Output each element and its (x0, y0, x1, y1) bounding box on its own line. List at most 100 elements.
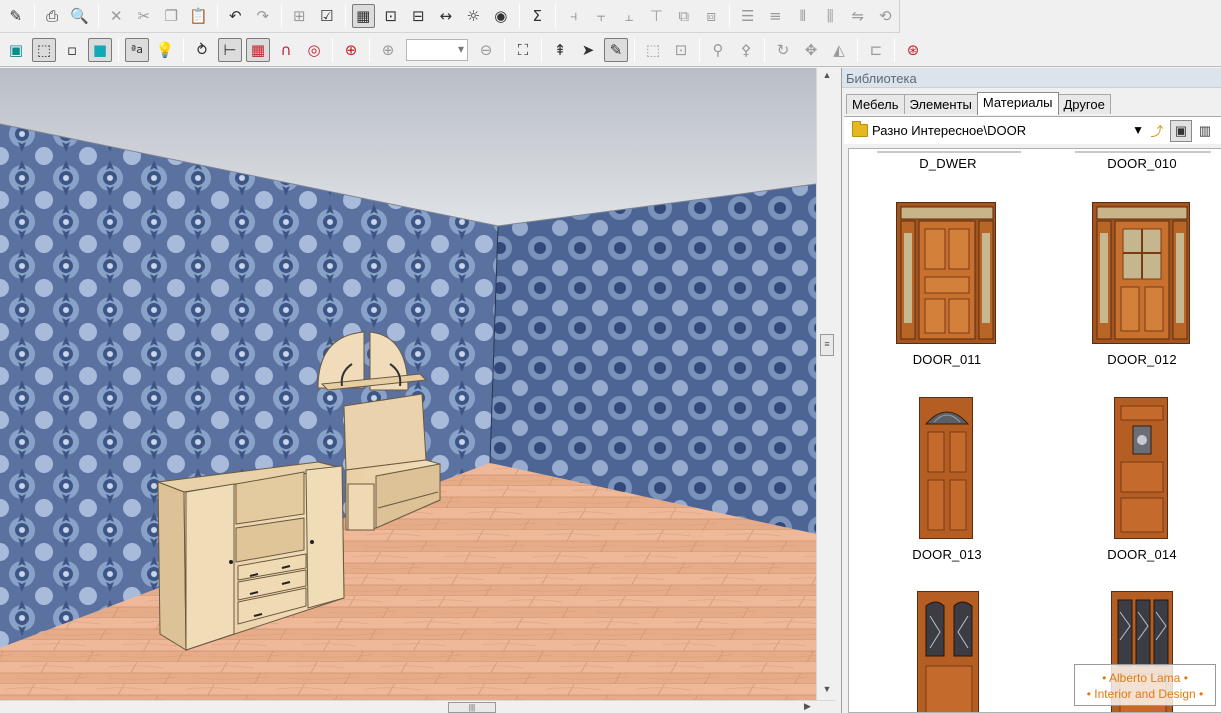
new-icon[interactable]: ✎ (4, 4, 28, 28)
door-thumbnail[interactable] (1092, 202, 1190, 344)
library-tabs: Мебель Элементы Материалы Другое (846, 92, 1111, 115)
zoom-in-icon[interactable]: ⊕ (376, 38, 400, 62)
pin-icon[interactable]: ⚴ (734, 38, 758, 62)
toolbar-separator (332, 37, 333, 62)
move-up-icon[interactable]: ⇞ (548, 38, 572, 62)
properties-icon[interactable]: ⊞ (288, 4, 312, 28)
camera-path-icon[interactable]: ⥁ (190, 38, 214, 62)
door-thumbnail[interactable] (919, 397, 973, 539)
target-icon[interactable]: ◎ (302, 38, 326, 62)
paste-icon[interactable]: 📋 (187, 4, 211, 28)
distribute-v2-icon[interactable]: ⫼ (819, 4, 843, 28)
zoom-select[interactable] (406, 38, 468, 61)
door-thumbnail[interactable] (896, 202, 996, 344)
tab-furniture[interactable]: Мебель (846, 94, 905, 114)
toolbar-separator (729, 4, 730, 28)
align-left-icon[interactable]: ⫞ (562, 4, 586, 28)
3d-viewport[interactable] (0, 68, 816, 700)
selection-frame-icon[interactable]: ⛶ (511, 38, 535, 62)
folder-up-icon[interactable]: ⤴ (1146, 120, 1168, 142)
material-label[interactable]: DOOR_014 (1067, 547, 1217, 562)
tab-materials[interactable]: Материалы (976, 92, 1059, 115)
rotate-icon[interactable]: ⟲ (874, 4, 898, 28)
view-plan-icon[interactable]: ▦ (351, 4, 375, 28)
scissors-icon[interactable]: ✂ (132, 4, 156, 28)
redo-icon[interactable]: ↷ (251, 4, 275, 28)
scroll-down-arrow-icon[interactable]: ▼ (821, 684, 833, 694)
scrollbar-thumb[interactable]: ||| (448, 702, 496, 713)
view-light-icon[interactable]: ☼ (462, 4, 486, 28)
frame-group-icon[interactable]: ⊡ (669, 38, 693, 62)
scrollbar-thumb[interactable]: ≡ (820, 334, 834, 356)
undo-icon[interactable]: ↶ (224, 4, 248, 28)
toolbar-separator (634, 37, 635, 62)
frame-select-icon[interactable]: ⬚ (641, 38, 665, 62)
tab-other[interactable]: Другое (1057, 94, 1111, 114)
align-center-icon[interactable]: ⫟ (590, 4, 614, 28)
zoom-out-icon[interactable]: ⊖ (474, 38, 498, 62)
text-style-icon[interactable]: ªa (125, 37, 149, 62)
magnet-icon[interactable]: ∩ (274, 38, 298, 62)
distribute-h-icon[interactable]: ☰ (736, 4, 760, 28)
cut-icon[interactable]: ✕ (105, 4, 129, 28)
toolbar-separator (183, 37, 184, 62)
large-icons-view-icon[interactable]: ▣ (1170, 119, 1192, 142)
copy-icon[interactable]: ❐ (160, 4, 184, 28)
ungroup-icon[interactable]: ⧈ (700, 4, 724, 28)
tab-elements[interactable]: Элементы (903, 94, 978, 114)
chevron-down-icon[interactable]: ▼ (1132, 123, 1144, 137)
material-label[interactable]: DOOR_011 (872, 352, 1022, 367)
view-render-icon[interactable]: ◉ (489, 4, 513, 28)
scroll-up-arrow-icon[interactable]: ▲ (821, 70, 833, 80)
measure-icon[interactable]: ⊢ (218, 37, 242, 62)
print-icon[interactable]: ⎙ (41, 4, 65, 28)
scroll-right-arrow-icon[interactable]: ▶ (804, 701, 811, 712)
sum-icon[interactable]: Σ (526, 4, 550, 28)
distribute-h2-icon[interactable]: ≡ (764, 4, 788, 28)
check-icon[interactable]: ☑ (315, 4, 339, 28)
viewport-vertical-scrollbar[interactable]: ▲ ≡ ▼ (816, 68, 836, 700)
toolbar-separator (518, 4, 520, 28)
view-width-icon[interactable]: ↔ (434, 4, 458, 28)
list-view-icon[interactable]: ▥ (1194, 120, 1216, 142)
group-icon[interactable]: ⧉ (672, 4, 696, 28)
toolbar-separator (344, 4, 346, 28)
mirror-icon[interactable]: ⇋ (846, 4, 870, 28)
main-toolbar: ✎ ⎙ 🔍 ✕ ✂ ❐ 📋 ↶ ↷ ⊞ ☑ ▦ ⊡ ⊟ ↔ ☼ ◉ Σ ⫞ ⫟ … (0, 0, 900, 33)
align-top-icon[interactable]: ⊤ (645, 4, 669, 28)
door-thumbnail[interactable] (917, 591, 979, 713)
move-icon[interactable]: ✥ (799, 38, 823, 62)
lifebuoy-icon[interactable]: ⊛ (901, 38, 925, 62)
viewport-horizontal-scrollbar[interactable]: ||| ▶ (0, 700, 836, 713)
toolbar-separator (369, 37, 370, 62)
path-select[interactable]: Разно Интересное\DOOR ▼ (848, 118, 1144, 143)
door-thumbnail[interactable] (1114, 397, 1168, 539)
material-label[interactable]: D_DWER (873, 156, 1023, 171)
light-bulb-icon[interactable]: 💡 (153, 38, 177, 62)
toolbar-separator (894, 37, 895, 62)
watermark-line: • Interior and Design • (1086, 687, 1204, 701)
wireframe-box-icon[interactable]: ⬚ (32, 37, 56, 62)
small-box-icon[interactable]: ▫ (60, 38, 84, 62)
library-title: Библиотека (842, 68, 1221, 88)
view-dimension-icon[interactable]: ⊟ (407, 4, 431, 28)
solid-box-icon[interactable]: ■ (88, 37, 112, 62)
3d-box-icon[interactable]: ▣ (4, 38, 28, 62)
align-icon[interactable]: ⊏ (864, 38, 888, 62)
pointer-icon[interactable]: ➤ (576, 38, 600, 62)
pencil-icon[interactable]: ✎ (604, 37, 628, 62)
rotate-cw-icon[interactable]: ↻ (771, 38, 795, 62)
material-label[interactable]: DOOR_012 (1067, 352, 1217, 367)
anchor-icon[interactable]: ⚲ (706, 38, 730, 62)
material-label[interactable]: DOOR_013 (872, 547, 1022, 562)
grid-icon[interactable]: ▦ (246, 37, 270, 62)
toolbar-separator (118, 37, 119, 62)
distribute-v-icon[interactable]: ⫴ (791, 4, 815, 28)
print-preview-icon[interactable]: 🔍 (68, 4, 92, 28)
toolbar-separator (555, 4, 556, 28)
align-right-icon[interactable]: ⫠ (617, 4, 641, 28)
crosshair-icon[interactable]: ⊕ (339, 38, 363, 62)
flip-icon[interactable]: ◭ (827, 38, 851, 62)
material-label[interactable]: DOOR_010 (1067, 156, 1217, 171)
view-zoom-icon[interactable]: ⊡ (379, 4, 403, 28)
